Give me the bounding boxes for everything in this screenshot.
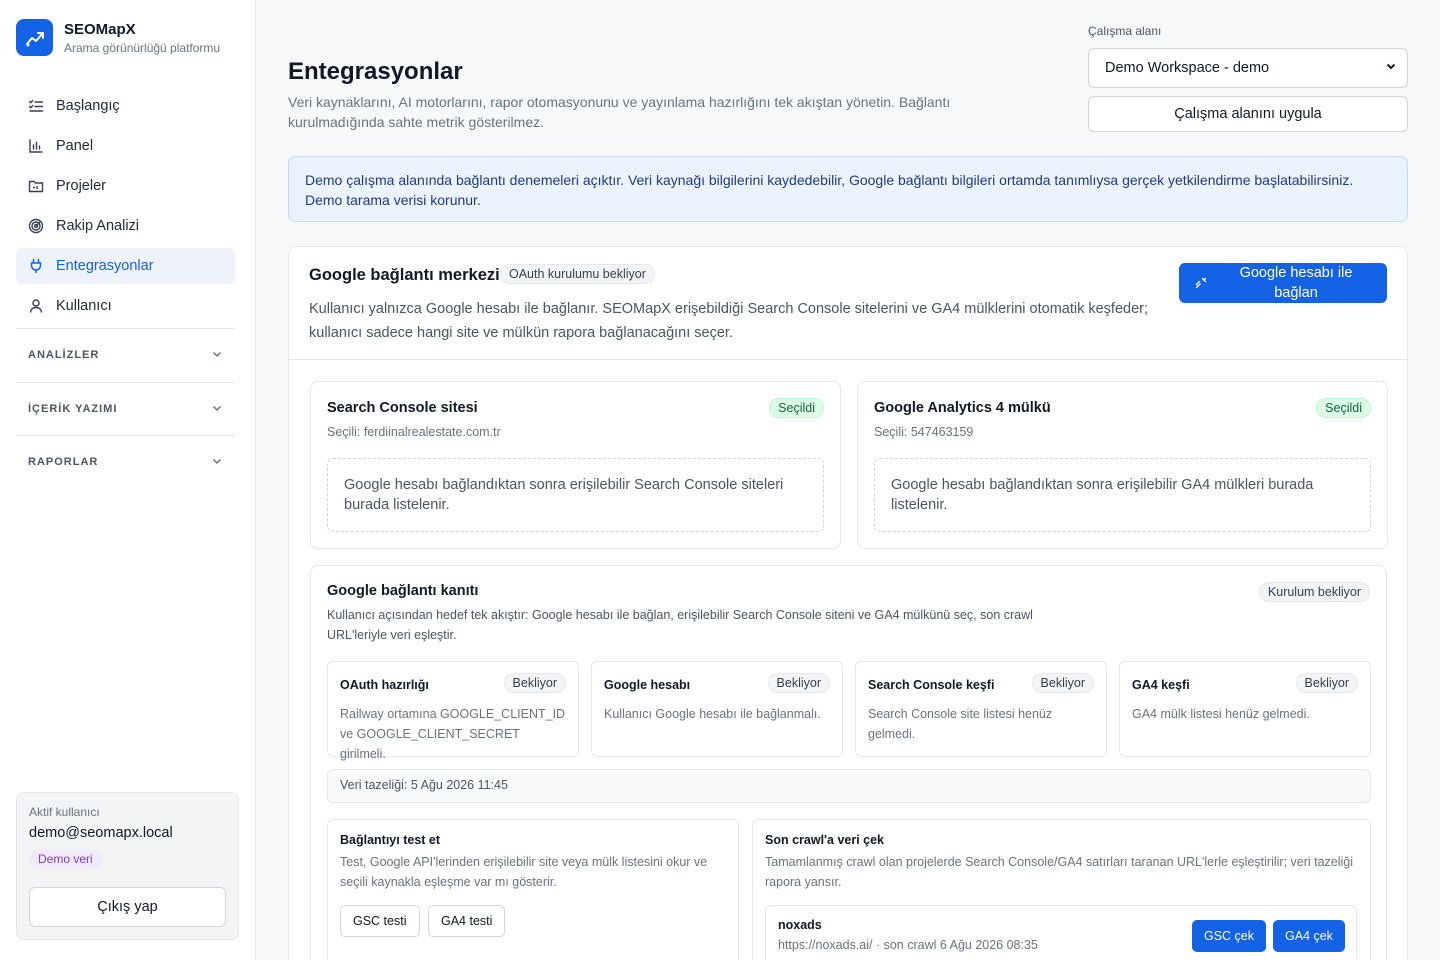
google-card-description: Kullanıcı yalnızca Google hesabı ile bağ… (309, 301, 1149, 341)
crawl-sync-title: Son crawl'a veri çek (765, 833, 885, 847)
project-meta: https://noxads.ai/ · son crawl 6 Ağu 202… (778, 938, 1038, 952)
sidebar-item-label: Rakip Analizi (56, 218, 140, 234)
step-status-badge: Bekliyor (1295, 673, 1358, 693)
gsc-pull-button[interactable]: GSC çek (1192, 920, 1267, 952)
brand[interactable]: SEOMapX Arama görünürlüğü platformu (16, 19, 220, 56)
step-oauth: OAuth hazırlığı Bekliyor Railway ortamın… (327, 661, 579, 761)
step-google-account: Google hesabı Bekliyor Kullanıcı Google … (591, 661, 843, 757)
brand-name: SEOMapX (64, 20, 136, 38)
ga4-test-button[interactable]: GA4 testi (428, 905, 506, 937)
workspace-label: Çalışma alanı (1088, 24, 1162, 38)
connection-test-box: Bağlantıyı test et Test, Google API'leri… (327, 819, 739, 960)
bar-chart-icon (28, 138, 44, 154)
sidebar-nav: Başlangıç Panel Projeler Rakip Analizi E… (16, 88, 235, 328)
active-user-label: Aktif kullanıcı (29, 805, 100, 819)
proof-status-badge: Kurulum bekliyor (1258, 582, 1370, 602)
chevron-down-icon (211, 455, 223, 470)
ga4-card: Google Analytics 4 mülkü Seçildi Seçili:… (857, 381, 1388, 549)
project-row: noxads https://noxads.ai/ · son crawl 6 … (765, 905, 1357, 960)
sidebar-section-raporlar[interactable]: RAPORLAR (16, 435, 235, 488)
search-console-selected: Seçili: ferdiinalrealestate.com.tr (327, 425, 501, 439)
step-title: Google hesabı (604, 678, 691, 692)
brand-logo-icon (16, 19, 53, 56)
step-title: OAuth hazırlığı (340, 678, 429, 692)
sidebar-item-label: Entegrasyonlar (56, 258, 154, 274)
proof-description: Kullanıcı açısından hedef tek akıştır: G… (327, 608, 1033, 642)
search-console-status-badge: Seçildi (769, 398, 824, 418)
step-status-badge: Bekliyor (767, 673, 830, 693)
ga4-pull-button[interactable]: GA4 çek (1273, 920, 1345, 952)
sidebar-item-label: Panel (56, 138, 94, 154)
active-user-panel: Aktif kullanıcı demo@seomapx.local Demo … (16, 792, 239, 940)
step-status-badge: Bekliyor (1031, 673, 1094, 693)
search-console-title: Search Console sitesi (327, 400, 478, 416)
demo-info-alert: Demo çalışma alanında bağlantı denemeler… (288, 156, 1408, 222)
connection-test-description: Test, Google API'lerinden erişilebilir s… (340, 855, 708, 889)
connection-test-title: Bağlantıyı test et (340, 833, 441, 847)
apply-workspace-button[interactable]: Çalışma alanını uygula (1088, 96, 1408, 132)
google-card-title: Google bağlantı merkezi (309, 266, 500, 284)
step-description: Search Console site listesi henüz gelmed… (868, 707, 1053, 741)
sidebar-item-panel[interactable]: Panel (16, 128, 235, 164)
checklist-icon (28, 98, 44, 114)
proof-title: Google bağlantı kanıtı (327, 583, 479, 599)
folder-icon (28, 178, 44, 194)
gsc-test-button[interactable]: GSC testi (340, 905, 420, 937)
crawl-sync-description: Tamamlanmış crawl olan projelerde Search… (765, 855, 1354, 889)
step-title: GA4 keşfi (1132, 678, 1190, 692)
step-search-console: Search Console keşfi Bekliyor Search Con… (855, 661, 1107, 757)
ga4-selected: Seçili: 547463159 (874, 425, 974, 439)
google-card-header: Google bağlantı merkezi OAuth kurulumu b… (289, 247, 1407, 360)
sidebar: SEOMapX Arama görünürlüğü platformu Başl… (0, 0, 256, 960)
sidebar-item-entegrasyonlar[interactable]: Entegrasyonlar (16, 248, 235, 284)
logout-button[interactable]: Çıkış yap (29, 887, 226, 927)
search-console-card: Search Console sitesi Seçildi Seçili: fe… (310, 381, 841, 549)
ga4-status-badge: Seçildi (1316, 398, 1371, 418)
radar-icon (28, 218, 44, 234)
page-description: Veri kaynaklarını, AI motorlarını, rapor… (288, 94, 951, 130)
sidebar-section-analizler[interactable]: ANALİZLER (16, 328, 235, 381)
section-label: RAPORLAR (28, 456, 99, 468)
user-email: demo@seomapx.local (29, 825, 173, 841)
step-ga4: GA4 keşfi Bekliyor GA4 mülk listesi henü… (1119, 661, 1371, 757)
page-title: Entegrasyonlar (288, 58, 463, 85)
project-name: noxads (778, 918, 822, 932)
brand-tagline: Arama görünürlüğü platformu (64, 40, 221, 55)
ga4-title: Google Analytics 4 mülkü (874, 400, 1051, 416)
google-proof-panel: Google bağlantı kanıtı Kurulum bekliyor … (310, 565, 1387, 960)
chevron-down-icon (1385, 60, 1397, 76)
sidebar-item-rakip-analizi[interactable]: Rakip Analizi (16, 208, 235, 244)
user-icon (28, 298, 44, 314)
search-console-empty-state: Google hesabı bağlandıktan sonra erişile… (327, 458, 824, 532)
sidebar-section-icerik-yazimi[interactable]: İÇERİK YAZIMI (16, 382, 235, 435)
sidebar-item-kullanici[interactable]: Kullanıcı (16, 288, 235, 324)
sidebar-item-projeler[interactable]: Projeler (16, 168, 235, 204)
workspace-select[interactable]: Demo Workspace - demo (1088, 48, 1408, 88)
sidebar-item-label: Projeler (56, 178, 106, 194)
chevron-down-icon (211, 402, 223, 417)
google-connect-label: Google hesabı ile bağlan (1239, 265, 1353, 301)
data-freshness: Veri tazeliği: 5 Ağu 2026 11:45 (327, 769, 1371, 803)
google-connect-button[interactable]: Google hesabı ile bağlan (1179, 263, 1387, 303)
step-description: Kullanıcı Google hesabı ile bağlanmalı. (604, 707, 821, 721)
step-description: GA4 mülk listesi henüz gelmedi. (1132, 707, 1310, 721)
sidebar-item-label: Kullanıcı (56, 298, 112, 314)
ga4-empty-state: Google hesabı bağlandıktan sonra erişile… (874, 458, 1371, 532)
step-description: Railway ortamına GOOGLE_CLIENT_ID ve GOO… (340, 707, 566, 761)
section-label: İÇERİK YAZIMI (28, 403, 118, 415)
sidebar-item-label: Başlangıç (56, 98, 120, 114)
oauth-status-badge: OAuth kurulumu bekliyor (500, 264, 655, 284)
google-connection-card: Google bağlantı merkezi OAuth kurulumu b… (288, 246, 1408, 960)
step-status-badge: Bekliyor (503, 673, 566, 693)
plug-icon (28, 258, 44, 274)
step-title: Search Console keşfi (868, 678, 995, 692)
demo-badge: Demo veri (29, 849, 102, 869)
link-icon (1193, 275, 1209, 295)
section-label: ANALİZLER (28, 349, 100, 361)
workspace-selected-value: Demo Workspace - demo (1105, 60, 1270, 76)
crawl-sync-box: Son crawl'a veri çek Tamamlanmış crawl o… (752, 819, 1371, 960)
sidebar-item-baslangic[interactable]: Başlangıç (16, 88, 235, 124)
chevron-down-icon (211, 348, 223, 363)
